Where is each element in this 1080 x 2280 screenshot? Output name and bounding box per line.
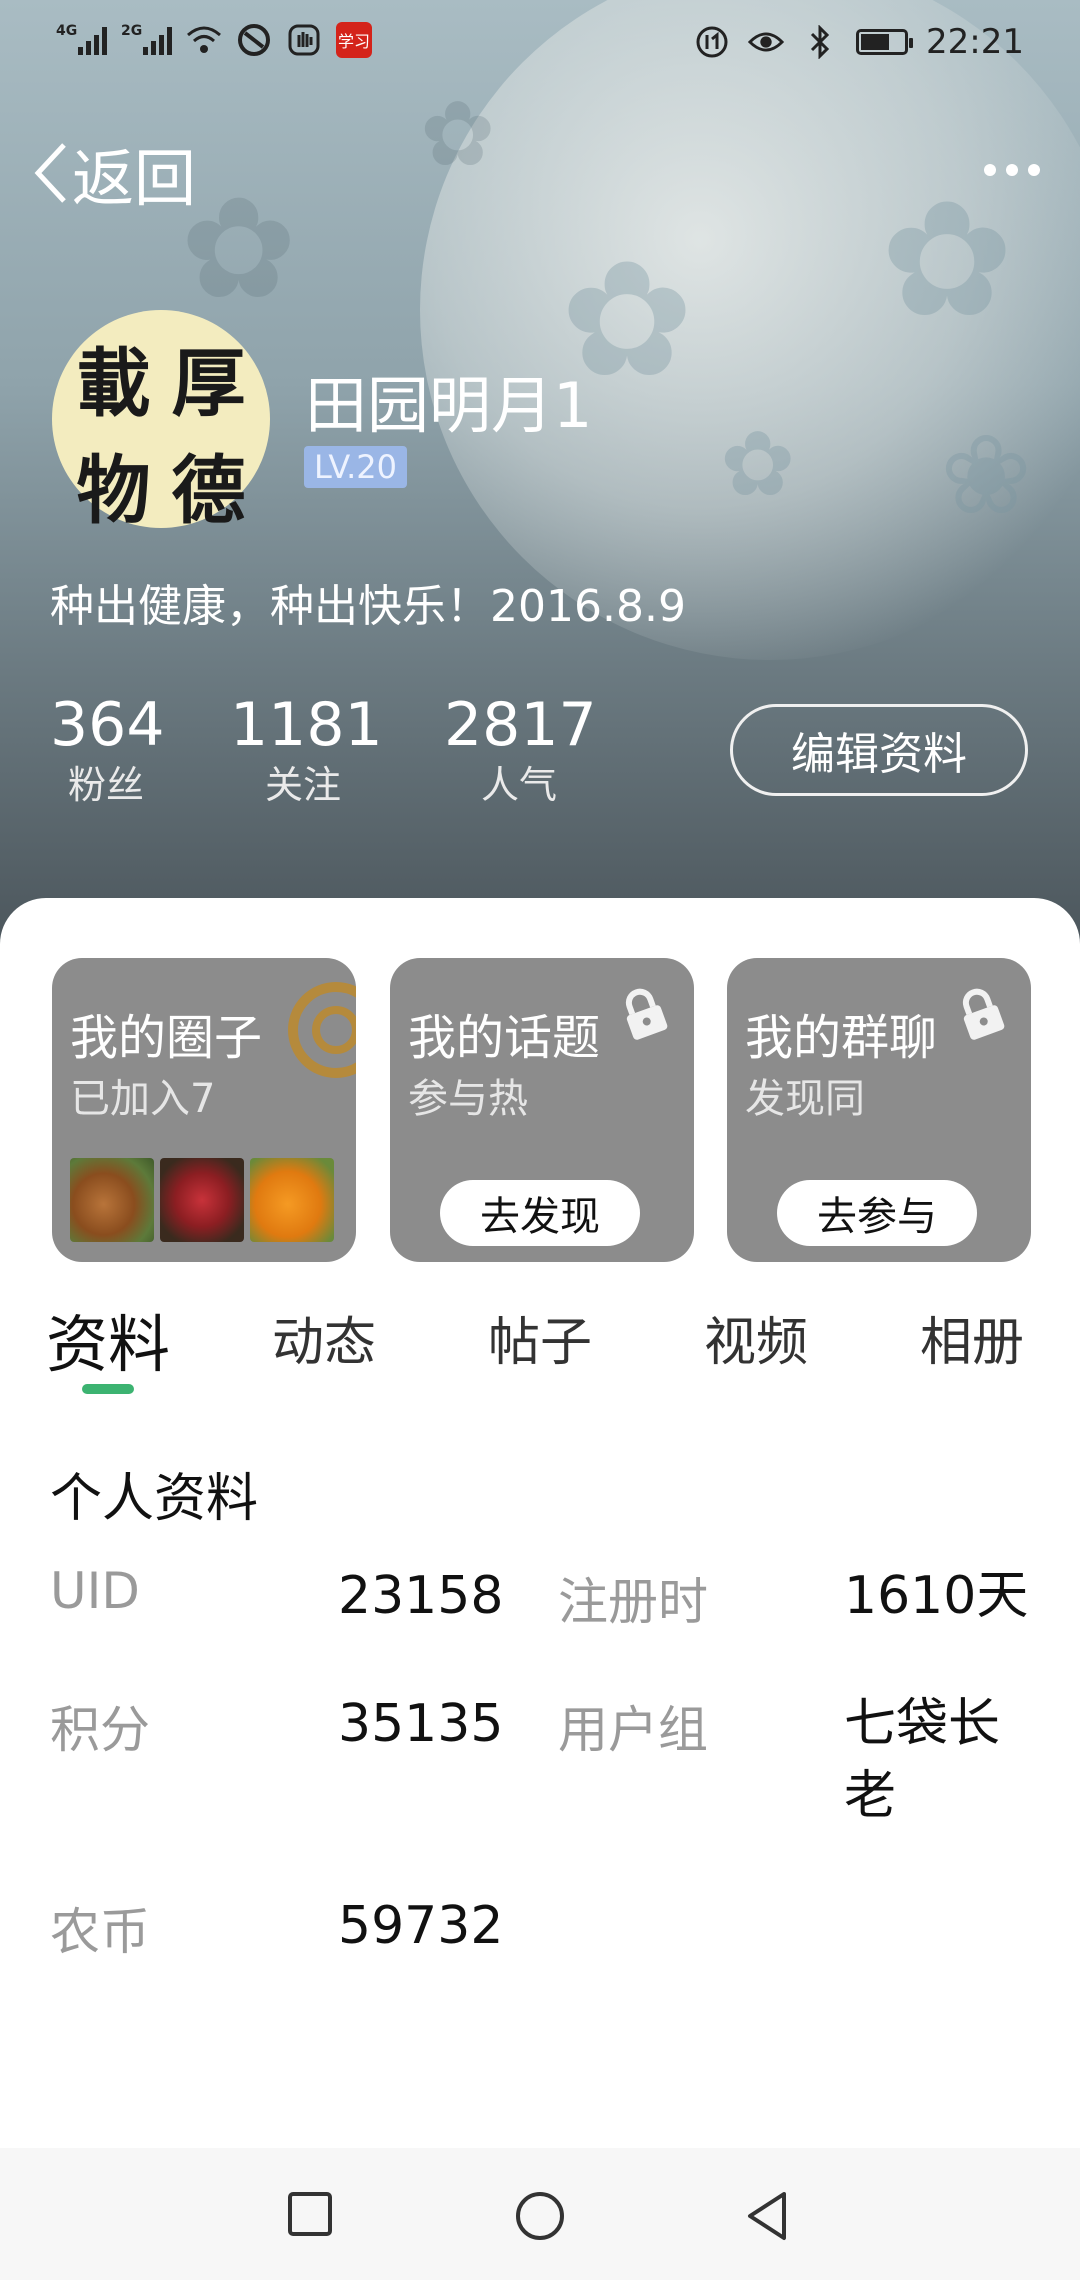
- my-group-chats-card[interactable]: 我的群聊 发现同 去参与: [727, 958, 1031, 1262]
- tab-profile-info[interactable]: 资料: [46, 1294, 170, 1384]
- signal-2g-icon: 2G: [121, 23, 172, 55]
- stat-popularity[interactable]: 2817 人气: [444, 690, 597, 810]
- card-subtitle: 已加入7: [70, 1076, 216, 1122]
- signal-4g-icon: 4G: [56, 23, 107, 55]
- level-badge: LV.20: [304, 446, 407, 488]
- triangle-back-icon: [748, 2192, 786, 2240]
- flower-decoration: ❀: [940, 411, 1033, 539]
- recent-apps-button[interactable]: [286, 2190, 334, 2242]
- registration-label: 注册时: [558, 1573, 708, 1631]
- more-options-button[interactable]: [984, 150, 1040, 190]
- username: 田园明月1: [305, 369, 593, 442]
- tab-activity[interactable]: 动态: [272, 1300, 376, 1375]
- uid-value: 23158: [338, 1566, 504, 1626]
- flower-decoration: ✿: [180, 168, 298, 331]
- farm-coin-label: 农币: [50, 1903, 150, 1961]
- stat-fans[interactable]: 364 粉丝: [50, 690, 165, 810]
- edit-profile-button[interactable]: 编辑资料: [730, 704, 1028, 796]
- avatar[interactable]: 載 厚 物 德: [52, 310, 270, 534]
- circle-icon: [516, 2192, 564, 2240]
- flower-decoration: ✿: [720, 412, 796, 517]
- card-subtitle: 参与热: [408, 1076, 528, 1122]
- back-nav-button[interactable]: [744, 2190, 792, 2246]
- my-circles-card[interactable]: 我的圈子 已加入7: [52, 958, 356, 1262]
- tab-posts[interactable]: 帖子: [488, 1300, 592, 1375]
- fruit-thumbnail[interactable]: [70, 1158, 154, 1242]
- persimmon-thumbnail[interactable]: [250, 1158, 334, 1242]
- user-group-label: 用户组: [558, 1701, 708, 1759]
- chevron-left-icon: [34, 143, 66, 203]
- swirl-logo-icon: [288, 982, 356, 1078]
- card-title: 我的话题: [408, 1010, 601, 1066]
- back-button[interactable]: 返回: [32, 138, 196, 215]
- sync-icon: [694, 24, 730, 60]
- eye-icon: [748, 24, 785, 60]
- wifi-icon: [186, 22, 222, 58]
- discover-button[interactable]: 去发现: [440, 1180, 640, 1246]
- lock-icon: [953, 986, 1009, 1046]
- battery-icon: [856, 29, 914, 55]
- farm-coin-value: 59732: [338, 1896, 504, 1956]
- flower-decoration: ✿: [420, 82, 496, 187]
- pomegranate-thumbnail[interactable]: [160, 1158, 244, 1242]
- card-title: 我的群聊: [745, 1010, 938, 1066]
- stat-following[interactable]: 1181 关注: [230, 690, 383, 810]
- hand-icon: [286, 22, 322, 58]
- points-value: 35135: [338, 1694, 504, 1754]
- status-bar: 4G 2G 学习 22:21: [0, 0, 1080, 90]
- bluetooth-icon: [802, 24, 838, 60]
- uid-label: UID: [50, 1562, 140, 1620]
- tab-videos[interactable]: 视频: [704, 1300, 808, 1375]
- points-label: 积分: [50, 1701, 150, 1759]
- join-button[interactable]: 去参与: [777, 1180, 977, 1246]
- square-icon: [288, 2192, 332, 2236]
- lock-icon: [616, 986, 672, 1046]
- back-label: 返回: [72, 142, 197, 215]
- registration-value: 1610天: [844, 1566, 1029, 1626]
- active-tab-indicator: [82, 1384, 134, 1394]
- flower-decoration: ✿: [880, 166, 1015, 353]
- user-group-value: 七袋长老: [844, 1694, 1001, 1826]
- home-button[interactable]: [514, 2190, 566, 2246]
- clock: 22:21: [926, 22, 1024, 62]
- tab-albums[interactable]: 相册: [920, 1300, 1024, 1375]
- more-dots-icon: [984, 164, 996, 176]
- card-title: 我的圈子: [70, 1010, 263, 1066]
- study-app-icon: 学习: [336, 22, 372, 58]
- my-topics-card[interactable]: 我的话题 参与热 去发现: [390, 958, 694, 1262]
- app-notification-icon: [236, 22, 272, 58]
- card-subtitle: 发现同: [745, 1076, 865, 1122]
- user-signature: 种出健康，种出快乐！2016.8.9: [50, 581, 686, 632]
- section-title: 个人资料: [50, 1469, 259, 1529]
- system-navigation-bar: [0, 2148, 1080, 2280]
